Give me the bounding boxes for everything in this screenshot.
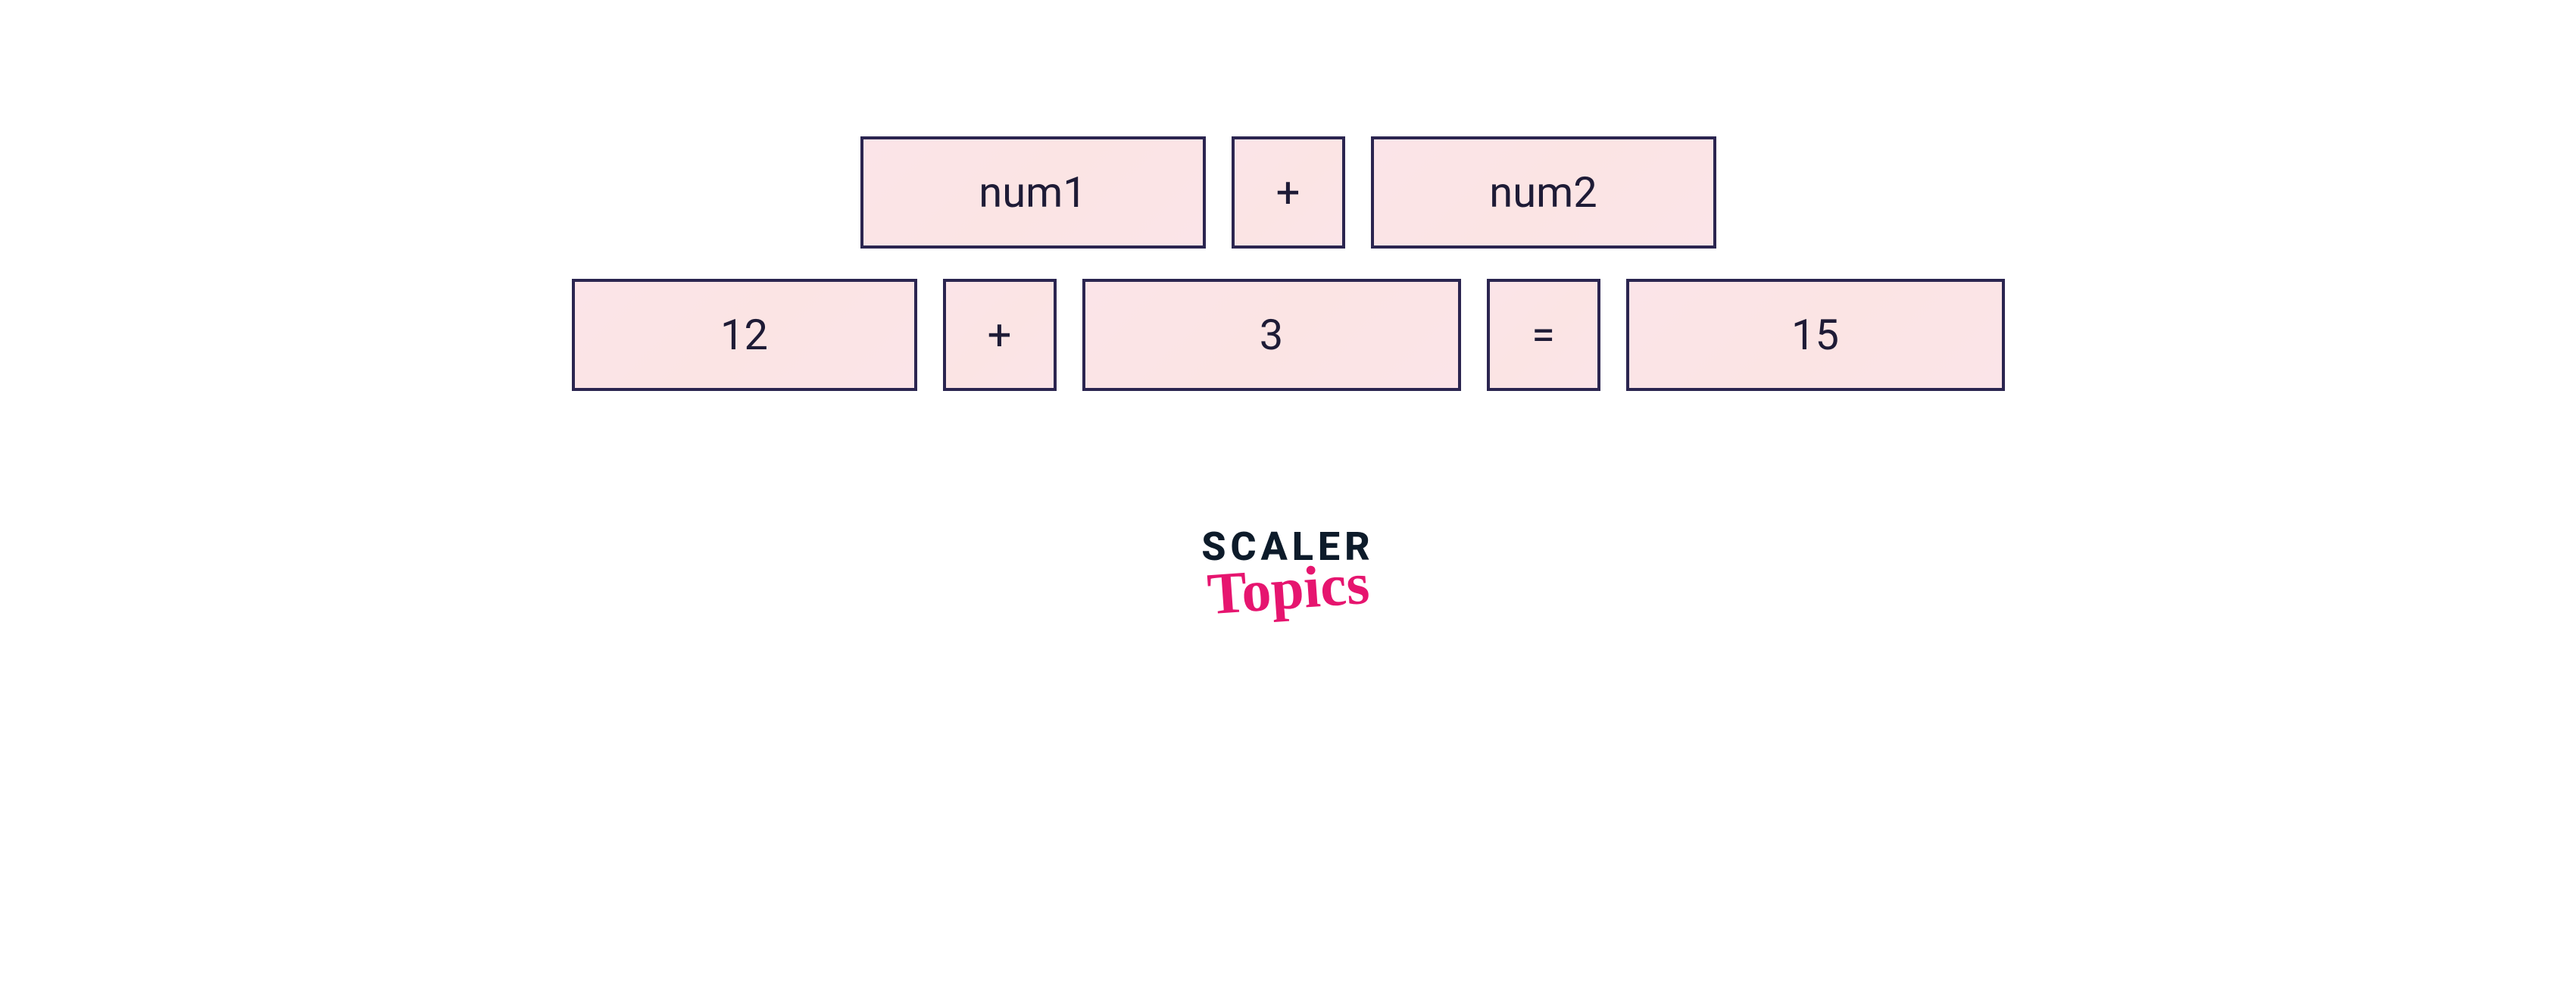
expression-row-variables: num1 + num2 — [860, 136, 1716, 249]
brand-subtitle: Topics — [1205, 554, 1371, 624]
operand2-val: 3 — [1260, 310, 1283, 360]
operand1-val-cell: 12 — [572, 279, 917, 391]
operator-top: + — [1276, 167, 1300, 217]
result-cell: 15 — [1626, 279, 2005, 391]
operand1-var-cell: num1 — [860, 136, 1206, 249]
operand2-val-cell: 3 — [1082, 279, 1461, 391]
expression-row-values: 12 + 3 = 15 — [572, 279, 2005, 391]
operand2-var-cell: num2 — [1371, 136, 1716, 249]
operator-bottom: + — [988, 310, 1012, 360]
brand-logo: SCALER Topics — [1201, 527, 1374, 618]
operand2-var: num2 — [1489, 167, 1597, 217]
operator-cell-top: + — [1232, 136, 1345, 249]
equals-cell: = — [1487, 279, 1600, 391]
operand1-var: num1 — [979, 167, 1086, 217]
operand1-val: 12 — [720, 310, 768, 360]
addition-diagram: num1 + num2 12 + 3 = 15 SCALER Topics — [572, 136, 2005, 618]
equals-sign: = — [1532, 310, 1555, 360]
operator-cell-bottom: + — [943, 279, 1057, 391]
result-value: 15 — [1791, 310, 1839, 360]
